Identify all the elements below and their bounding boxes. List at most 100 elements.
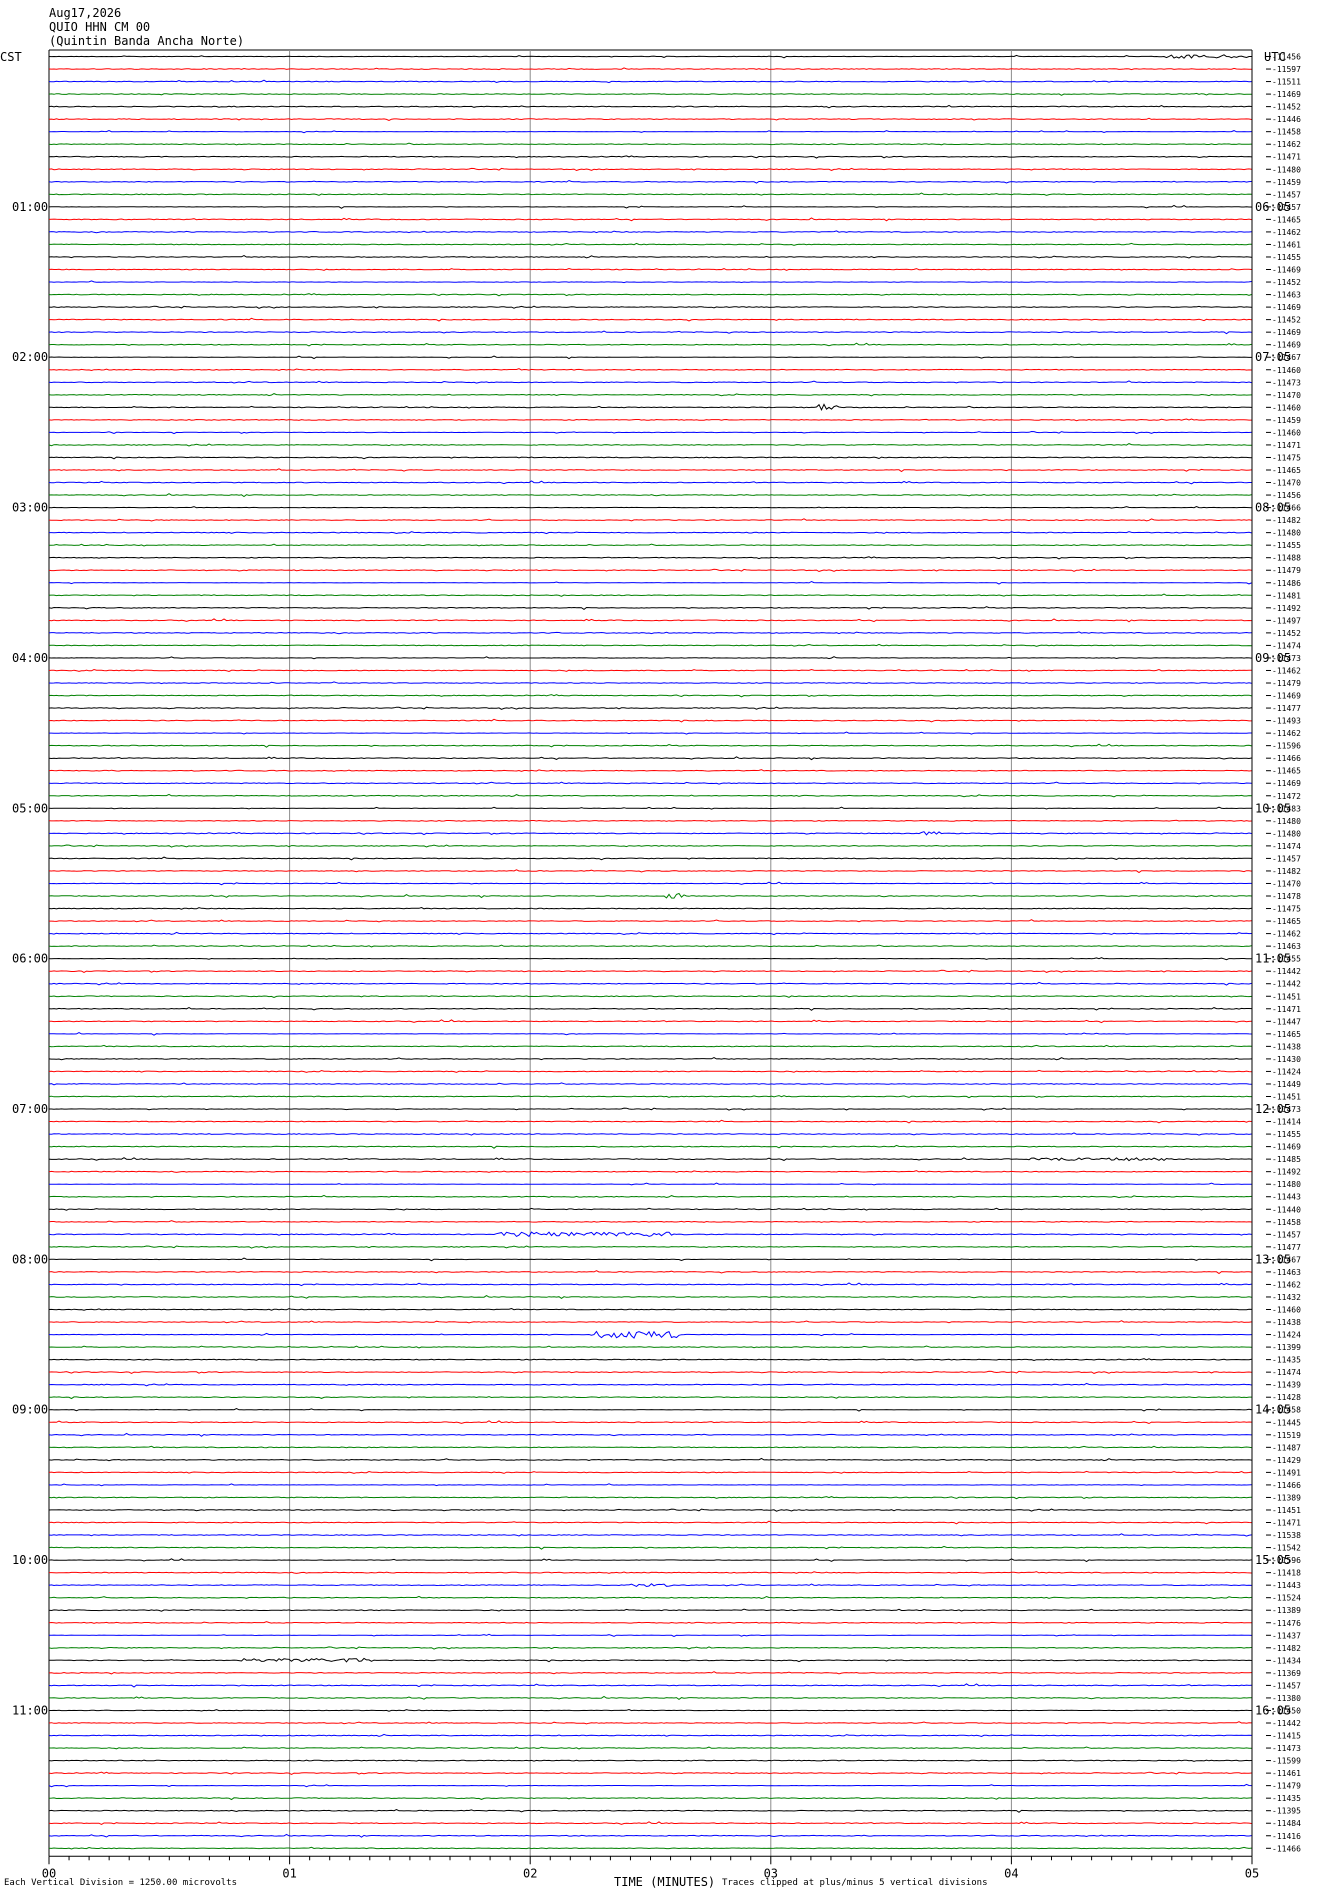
trace-line <box>48 1157 1252 1162</box>
trace-line <box>49 317 1252 322</box>
trace-offset-label: -11440 <box>1272 1205 1301 1214</box>
trace-line <box>48 681 1252 685</box>
trace-line <box>49 1708 1252 1712</box>
trace-offset-label: -11519 <box>1272 1431 1301 1440</box>
trace-line <box>49 1019 1252 1024</box>
trace-line <box>48 1032 1252 1036</box>
trace-offset-label: -11473 <box>1272 1744 1301 1753</box>
trace-offset-label: -11399 <box>1272 1343 1301 1352</box>
trace-line <box>48 1282 1252 1287</box>
trace-offset-label: -11470 <box>1272 879 1301 888</box>
left-hour-label: 11:00 <box>12 1703 48 1717</box>
trace-offset-label: -11480 <box>1272 165 1301 174</box>
trace-line <box>48 1520 1252 1525</box>
trace-offset-label: -11424 <box>1272 1067 1301 1076</box>
trace-offset-label: -11493 <box>1272 717 1301 726</box>
trace-line <box>49 1330 1252 1339</box>
trace-offset-label: -11389 <box>1272 1606 1301 1615</box>
trace-line <box>49 1420 1252 1425</box>
trace-offset-label: -11458 <box>1272 1218 1301 1227</box>
trace-offset-label: -11451 <box>1272 992 1301 1001</box>
trace-line <box>48 819 1252 822</box>
trace-line <box>48 844 1252 848</box>
trace-offset-label: -11462 <box>1272 228 1301 237</box>
trace-offset-label: -11457 <box>1272 1681 1301 1690</box>
trace-line <box>49 1633 1252 1638</box>
trace-offset-label: -11452 <box>1272 629 1301 638</box>
trace-line <box>49 1695 1252 1701</box>
trace-offset-label: -11474 <box>1272 1368 1301 1377</box>
trace-line <box>48 892 1252 899</box>
trace-offset-label: -11414 <box>1272 1118 1301 1127</box>
trace-line <box>48 1382 1252 1387</box>
trace-line <box>49 731 1252 735</box>
trace-line <box>48 79 1252 84</box>
trace-offset-label: -11478 <box>1272 892 1301 901</box>
right-hour-label: 06:05 <box>1255 200 1291 214</box>
trace-offset-label: -11463 <box>1272 1268 1301 1277</box>
trace-offset-label: -11449 <box>1272 1080 1301 1089</box>
trace-line <box>48 1483 1252 1487</box>
trace-line <box>48 129 1252 134</box>
x-tick-label: 05 <box>1245 1866 1259 1880</box>
trace-line <box>48 1733 1252 1738</box>
trace-line <box>48 1470 1252 1474</box>
trace-line <box>48 104 1252 109</box>
trace-offset-label: -11482 <box>1272 1644 1301 1653</box>
trace-line <box>48 543 1252 547</box>
trace-line <box>48 906 1252 910</box>
trace-offset-label: -11395 <box>1272 1807 1301 1816</box>
right-hour-label: 14:05 <box>1255 1403 1291 1417</box>
trace-line <box>48 1457 1252 1462</box>
trace-line <box>49 1657 1252 1663</box>
x-axis-title: TIME (MINUTES) <box>614 1875 716 1889</box>
trace-offset-label: -11479 <box>1272 679 1301 688</box>
trace-line <box>48 1808 1252 1813</box>
trace-line <box>48 643 1252 647</box>
trace-offset-label: -11415 <box>1272 1732 1301 1741</box>
trace-offset-label: -11462 <box>1272 1280 1301 1289</box>
trace-line <box>48 743 1252 748</box>
left-hour-label: 07:00 <box>12 1102 48 1116</box>
trace-line <box>48 1044 1252 1048</box>
trace-line <box>49 430 1252 435</box>
trace-line <box>48 179 1252 184</box>
trace-offset-label: -11597 <box>1272 65 1301 74</box>
right-hour-label: 09:05 <box>1255 651 1291 665</box>
trace-line <box>48 606 1252 611</box>
trace-line <box>49 468 1252 473</box>
trace-line <box>48 418 1252 422</box>
trace-line <box>48 1345 1252 1349</box>
right-hour-label: 11:05 <box>1255 952 1291 966</box>
trace-offset-label: -11484 <box>1272 1819 1301 1828</box>
trace-line <box>49 969 1252 973</box>
trace-offset-label: -11434 <box>1272 1656 1301 1665</box>
trace-line <box>49 957 1252 961</box>
trace-line <box>48 330 1252 335</box>
x-tick-label: 01 <box>282 1866 296 1880</box>
trace-offset-label: -11469 <box>1272 779 1301 788</box>
scale-note: Each Vertical Division = 1250.00 microvo… <box>4 1878 237 1888</box>
left-hour-label: 01:00 <box>12 200 48 214</box>
trace-offset-label: -11432 <box>1272 1293 1301 1302</box>
trace-offset-label: -11485 <box>1272 1155 1301 1164</box>
left-hour-label: 09:00 <box>12 1403 48 1417</box>
trace-line <box>48 493 1252 498</box>
trace-line <box>48 756 1252 761</box>
trace-offset-label: -11452 <box>1272 278 1301 287</box>
trace-offset-label: -11492 <box>1272 604 1301 613</box>
trace-offset-label: -11479 <box>1272 1782 1301 1791</box>
trace-line <box>48 67 1252 71</box>
trace-line <box>48 403 1252 411</box>
trace-offset-label: -11455 <box>1272 253 1301 262</box>
trace-line <box>48 1496 1252 1500</box>
trace-line <box>48 204 1252 209</box>
trace-offset-label: -11470 <box>1272 479 1301 488</box>
trace-offset-label: -11462 <box>1272 930 1301 939</box>
trace-offset-label: -11469 <box>1272 692 1301 701</box>
trace-line <box>48 167 1252 172</box>
trace-line <box>48 1595 1252 1600</box>
trace-offset-label: -11466 <box>1272 1844 1301 1853</box>
trace-line <box>48 806 1252 810</box>
trace-offset-label: -11480 <box>1272 817 1301 826</box>
